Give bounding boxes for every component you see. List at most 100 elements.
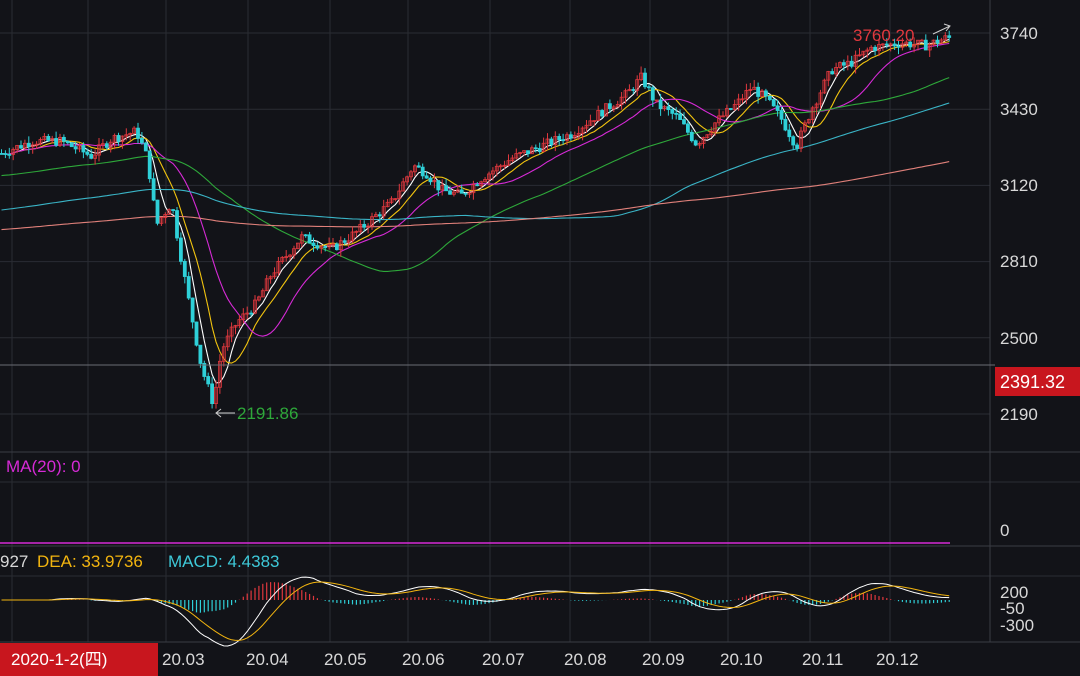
candle-down <box>182 260 187 277</box>
candle-down <box>190 297 195 323</box>
candle-down <box>307 234 312 244</box>
candle-down <box>896 45 901 48</box>
y-tick-label: 2190 <box>1000 405 1038 424</box>
candle-down <box>323 246 328 249</box>
candle-down <box>444 185 449 192</box>
candle-down <box>311 242 316 247</box>
candle-down <box>143 142 148 152</box>
candle-down <box>830 71 835 75</box>
candle-down <box>791 136 796 146</box>
macd-dif-legend: 927 <box>0 552 28 571</box>
candle-down <box>206 376 211 385</box>
candle-down <box>210 383 215 404</box>
candle-down <box>561 139 565 142</box>
candle-down <box>73 146 78 150</box>
candle-down <box>600 110 604 117</box>
candle-down <box>62 136 66 142</box>
candle-down <box>674 112 679 115</box>
stock-chart: 3740 3430 3120 2810 2500 2190 2391.32 37… <box>0 0 1080 676</box>
candle-down <box>767 95 772 100</box>
candle-down <box>69 142 74 148</box>
y-tick-label: 2500 <box>1000 329 1038 348</box>
candle-down <box>19 145 23 149</box>
candle-down <box>155 199 160 224</box>
candle-down <box>3 153 8 155</box>
candle-down <box>186 276 191 299</box>
candle-down <box>678 113 682 121</box>
candle-down <box>779 110 784 120</box>
candle-down <box>81 145 86 153</box>
macd-y-tick: -300 <box>1000 616 1034 635</box>
low-price-label: 2191.86 <box>237 404 298 423</box>
candle-down <box>7 153 12 156</box>
candle-down <box>764 90 768 97</box>
candle-down <box>147 150 152 180</box>
candle-down <box>151 178 156 201</box>
candle-down <box>670 109 675 114</box>
candle-down <box>693 140 698 146</box>
x-tick-label: 20.12 <box>876 650 919 669</box>
candle-down <box>643 72 647 88</box>
candle-down <box>139 138 144 144</box>
candle-down <box>85 151 90 155</box>
candle-down <box>658 99 663 110</box>
candle-down <box>787 129 792 138</box>
candle-down <box>362 223 367 228</box>
candle-down <box>935 39 940 44</box>
macd-dea-legend: DEA: 33.9736 <box>37 552 143 571</box>
cursor-date-value: 2020-1-2(四) <box>11 650 107 669</box>
y-tick-label: 2810 <box>1000 252 1038 271</box>
candle-down <box>549 138 554 146</box>
candle-down <box>686 123 690 133</box>
candle-down <box>533 147 538 150</box>
candle-down <box>420 166 425 177</box>
candle-down <box>198 344 203 364</box>
candle-down <box>194 321 199 346</box>
x-tick-label: 20.07 <box>482 650 525 669</box>
x-tick-label: 20.05 <box>324 650 367 669</box>
candle-down <box>849 60 854 67</box>
candle-down <box>416 165 421 168</box>
candle-down <box>377 214 382 217</box>
candle-down <box>771 99 776 107</box>
candle-down <box>756 86 760 97</box>
candle-down <box>0 153 4 155</box>
candle-down <box>46 135 51 142</box>
current-price-value: 2391.32 <box>1000 372 1065 392</box>
candle-down <box>249 312 254 315</box>
candle-down <box>424 175 429 179</box>
candle-down <box>171 209 176 211</box>
candle-down <box>342 240 347 243</box>
y-tick-label: 3430 <box>1000 100 1038 119</box>
candle-down <box>448 190 452 195</box>
candle-down <box>136 127 140 139</box>
candle-down <box>947 35 952 38</box>
candle-down <box>569 134 573 139</box>
candle-down <box>728 108 733 110</box>
candle-down <box>303 234 308 237</box>
x-tick-label: 20.10 <box>720 650 763 669</box>
candle-down <box>436 180 441 191</box>
volume-zero-tick: 0 <box>1000 521 1009 540</box>
x-tick-label: 20.04 <box>246 650 289 669</box>
candle-down <box>178 237 183 262</box>
high-price-label: 3760.20 <box>853 26 914 45</box>
candle-down <box>315 245 320 249</box>
candle-down <box>65 140 70 144</box>
candle-down <box>923 39 928 51</box>
x-tick-label: 20.11 <box>802 650 843 669</box>
y-tick-label: 3740 <box>1000 24 1038 43</box>
candle-down <box>475 184 480 187</box>
y-tick-label: 3120 <box>1000 176 1038 195</box>
x-tick-label: 20.09 <box>642 650 685 669</box>
candle-down <box>783 118 788 131</box>
candle-down <box>463 192 468 195</box>
volume-ma-legend: MA(20): 0 <box>6 457 81 476</box>
candle-down <box>26 142 31 148</box>
candle-down <box>631 89 636 91</box>
x-tick-label: 20.06 <box>402 650 445 669</box>
candle-down <box>175 210 179 239</box>
candle-down <box>873 46 877 52</box>
candle-down <box>459 189 464 194</box>
candle-down <box>526 150 530 155</box>
